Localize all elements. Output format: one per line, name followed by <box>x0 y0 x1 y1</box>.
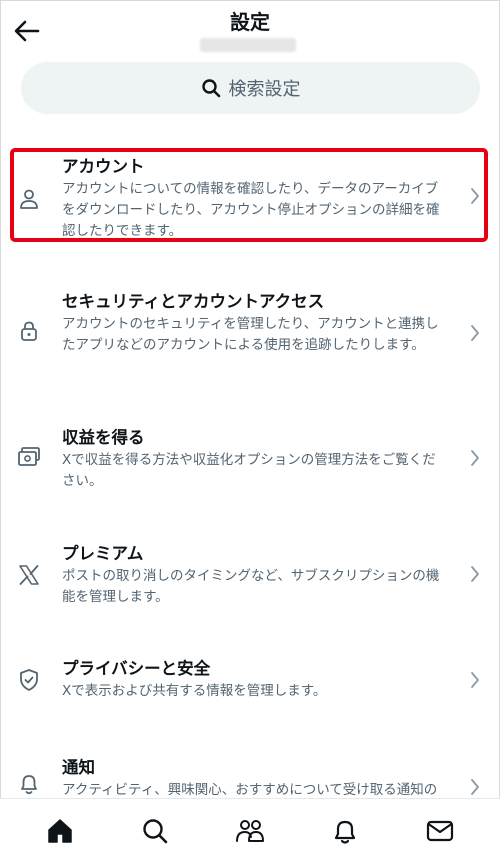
nav-home-button[interactable] <box>35 806 85 856</box>
page-title: 設定 <box>230 10 270 34</box>
bell-icon <box>16 771 42 797</box>
chevron-right-icon <box>468 446 482 470</box>
settings-item-label: 収益を得る <box>62 428 145 447</box>
settings-item-label: 通知 <box>62 758 95 777</box>
nav-messages-button[interactable] <box>415 806 465 856</box>
settings-item-label: セキュリティとアカウントアクセス <box>62 292 325 311</box>
notifications-icon <box>335 820 356 844</box>
header: 設定 <box>0 0 500 60</box>
chevron-right-icon <box>468 775 482 799</box>
settings-item-premium[interactable]: プレミアム ポストの取り消しのタイミングなど、サブスクリプションの機能を管理しま… <box>0 538 500 608</box>
chevron-right-icon <box>468 321 482 345</box>
chevron-right-icon <box>468 668 482 692</box>
blurred-username <box>200 38 296 52</box>
settings-item-label: プレミアム <box>62 544 144 563</box>
settings-item-privacy[interactable]: プライバシーと安全 Xで表示および共有する情報を管理します。 <box>0 654 500 706</box>
settings-item-security[interactable]: セキュリティとアカウントアクセス アカウントのセキュリティを管理したり、アカウン… <box>0 285 500 377</box>
nav-search-button[interactable] <box>130 806 180 856</box>
search-settings-label: 検索設定 <box>228 79 301 100</box>
person-icon <box>16 186 42 212</box>
nav-communities-button[interactable] <box>225 806 275 856</box>
settings-item-description: アカウントについての情報を確認したり、データのアーカイブをダウンロードしたり、ア… <box>62 181 440 239</box>
settings-item-description: ポストの取り消しのタイミングなど、サブスクリプションの機能を管理します。 <box>62 568 440 605</box>
settings-item-monetization[interactable]: 収益を得る Xで収益を得る方法や収益化オプションの管理方法をご覧ください。 <box>0 422 500 492</box>
settings-item-description: アカウントのセキュリティを管理したり、アカウントと連携したアプリなどのアカウント… <box>62 316 439 353</box>
lock-icon <box>16 318 42 344</box>
search-icon <box>143 818 168 843</box>
shield-icon <box>16 667 42 693</box>
search-settings-input[interactable]: 検索設定 <box>21 62 480 114</box>
home-icon <box>47 818 72 843</box>
communities-icon <box>235 819 264 842</box>
search-icon <box>201 79 220 98</box>
messages-icon <box>427 820 454 841</box>
x-logo-icon <box>16 562 42 588</box>
settings-item-label: アカウント <box>62 157 145 176</box>
chevron-right-icon <box>468 184 482 208</box>
nav-notifications-button[interactable] <box>320 806 370 856</box>
settings-item-description: Xで表示および共有する情報を管理します。 <box>62 683 327 699</box>
bottom-navigation <box>0 798 500 862</box>
settings-item-description: Xで収益を得る方法や収益化オプションの管理方法をご覧ください。 <box>62 452 436 489</box>
chevron-right-icon <box>468 562 482 586</box>
settings-item-account[interactable]: アカウント アカウントについての情報を確認したり、データのアーカイブをダウンロー… <box>0 150 500 242</box>
settings-item-label: プライバシーと安全 <box>62 659 211 678</box>
money-icon <box>16 444 42 470</box>
